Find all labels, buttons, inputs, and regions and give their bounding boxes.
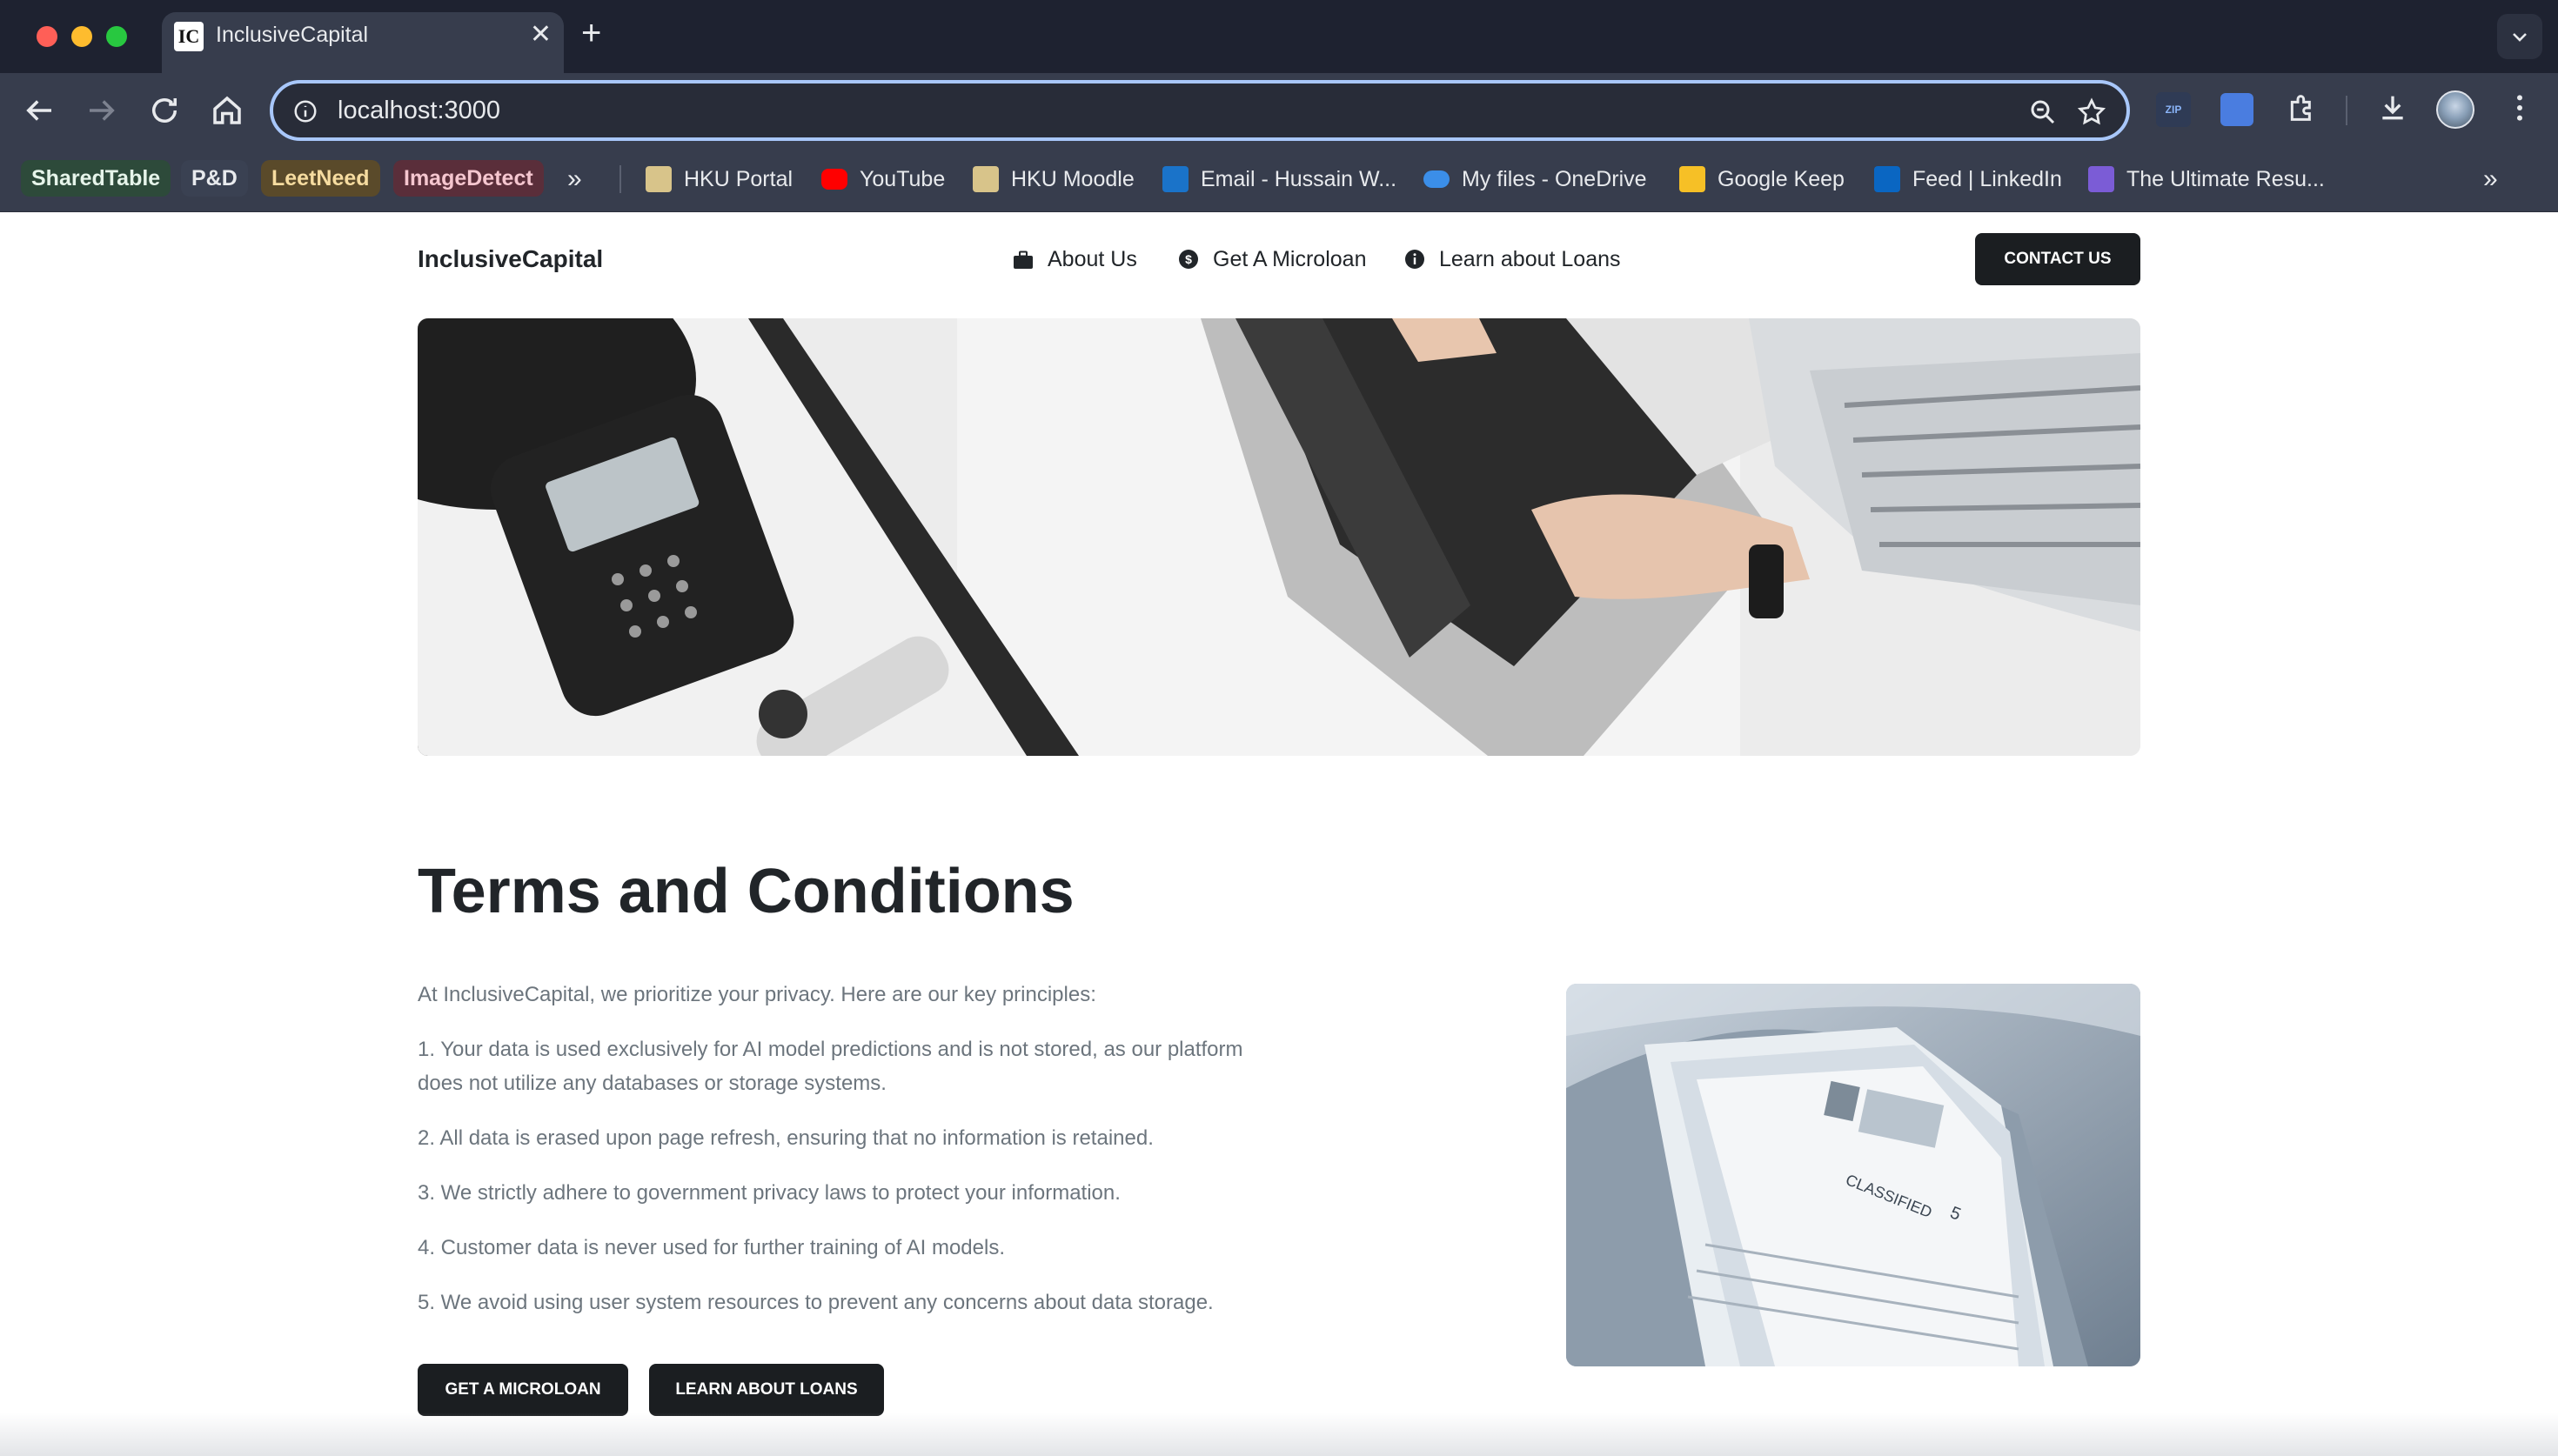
new-tab-button[interactable]: + <box>581 14 601 53</box>
extensions-puzzle-icon[interactable] <box>2285 90 2320 129</box>
hku-portal-icon <box>646 166 672 192</box>
briefcase-icon <box>1014 250 1033 269</box>
privacy-point-3: 3. We strictly adhere to government priv… <box>418 1181 1121 1205</box>
bookmark-onedrive[interactable]: My files - OneDrive <box>1423 164 1647 195</box>
bookmark-resume[interactable]: The Ultimate Resu... <box>2088 164 2325 195</box>
hku-moodle-icon <box>973 166 999 192</box>
arrow-right-icon <box>90 100 115 121</box>
nav-get-microloan[interactable]: $ Get A Microloan <box>1178 247 1366 272</box>
back-button[interactable] <box>21 92 57 129</box>
page-bottom-shadow <box>0 1413 2558 1456</box>
outlook-icon <box>1162 166 1189 192</box>
hero-desk-illustration <box>418 318 2140 756</box>
privacy-point-5: 5. We avoid using user system resources … <box>418 1291 1214 1314</box>
toolbar-divider <box>2346 96 2347 125</box>
close-tab-icon[interactable]: ✕ <box>530 19 552 50</box>
bookmarks-overflow-icon[interactable]: » <box>567 164 582 195</box>
address-bar[interactable]: localhost:3000 <box>270 80 2130 141</box>
chevron-down-icon <box>2513 33 2527 42</box>
youtube-icon <box>821 169 847 190</box>
nav-learn-loans[interactable]: Learn about Loans <box>1404 247 1621 272</box>
bookmark-leetneed[interactable]: LeetNeed <box>261 160 380 197</box>
svg-text:$: $ <box>1185 252 1192 266</box>
dollar-circle-icon: $ <box>1179 250 1198 269</box>
info-circle-icon <box>1405 250 1424 269</box>
url-text[interactable]: localhost:3000 <box>338 97 500 125</box>
intro-text: At InclusiveCapital, we prioritize your … <box>418 983 1096 1006</box>
get-microloan-button[interactable]: GET A MICROLOAN <box>418 1364 628 1416</box>
reload-button[interactable] <box>146 92 183 129</box>
tab-search-button[interactable] <box>2497 14 2542 59</box>
bookmark-hku-portal[interactable]: HKU Portal <box>646 164 793 195</box>
tab-title: InclusiveCapital <box>216 23 369 47</box>
translate-extension-icon[interactable] <box>2220 90 2253 129</box>
linkedin-icon <box>1874 166 1900 192</box>
arrow-left-icon <box>26 100 51 121</box>
resume-icon <box>2088 166 2114 192</box>
privacy-point-2: 2. All data is erased upon page refresh,… <box>418 1126 1154 1150</box>
nav-about-us[interactable]: About Us <box>1013 247 1137 272</box>
page-viewport: InclusiveCapital About Us $ Get A Microlo… <box>0 212 2558 1456</box>
bookmark-pd[interactable]: P&D <box>181 160 248 197</box>
site-favicon-icon: IC <box>174 22 204 51</box>
contact-us-button[interactable]: CONTACT US <box>1975 233 2140 285</box>
bookmark-youtube[interactable]: YouTube <box>821 164 945 195</box>
hero-image <box>418 318 2140 756</box>
bookmarks-bar: SharedTable P&D LeetNeed ImageDetect » H… <box>0 148 2558 212</box>
bookmark-linkedin[interactable]: Feed | LinkedIn <box>1874 164 2062 195</box>
browser-titlebar: IC InclusiveCapital ✕ + <box>0 0 2558 73</box>
bookmark-imagedetect[interactable]: ImageDetect <box>393 160 544 197</box>
reload-icon <box>152 98 177 123</box>
site-brand[interactable]: InclusiveCapital <box>418 245 603 273</box>
maximize-window-button[interactable] <box>106 26 127 47</box>
privacy-point-1: 1. Your data is used exclusively for AI … <box>418 1038 1243 1095</box>
documents-image: CLASSIFIED 5 <box>1566 984 2140 1366</box>
home-button[interactable] <box>209 92 245 129</box>
bookmarks-divider <box>619 165 621 193</box>
google-keep-icon <box>1679 166 1705 192</box>
zoom-icon[interactable] <box>2027 97 2059 128</box>
page-title: Terms and Conditions <box>418 857 1075 926</box>
site-info-icon[interactable] <box>292 98 318 124</box>
privacy-point-4: 4. Customer data is never used for furth… <box>418 1236 1005 1259</box>
forward-button[interactable] <box>84 92 120 129</box>
onedrive-icon <box>1423 170 1450 188</box>
bookmark-sharedtable[interactable]: SharedTable <box>21 160 171 197</box>
bookmark-email[interactable]: Email - Hussain W... <box>1162 164 1396 195</box>
files-illustration: CLASSIFIED 5 <box>1566 984 2140 1366</box>
bookmark-hku-moodle[interactable]: HKU Moodle <box>973 164 1135 195</box>
profile-avatar[interactable] <box>2436 90 2474 129</box>
browser-tab-active[interactable]: IC InclusiveCapital ✕ <box>162 12 564 73</box>
close-window-button[interactable] <box>37 26 57 47</box>
bookmark-star-icon[interactable] <box>2076 97 2107 128</box>
zip-extension-icon[interactable]: ZIP <box>2156 90 2191 129</box>
bookmark-google-keep[interactable]: Google Keep <box>1679 164 1845 195</box>
all-bookmarks-overflow-icon[interactable]: » <box>2483 164 2498 195</box>
learn-about-loans-button[interactable]: LEARN ABOUT LOANS <box>649 1364 884 1416</box>
browser-toolbar: localhost:3000 ZIP <box>0 73 2558 148</box>
home-icon <box>213 96 241 124</box>
minimize-window-button[interactable] <box>71 26 92 47</box>
downloads-icon[interactable] <box>2375 90 2410 129</box>
browser-menu-icon[interactable] <box>2502 90 2537 129</box>
